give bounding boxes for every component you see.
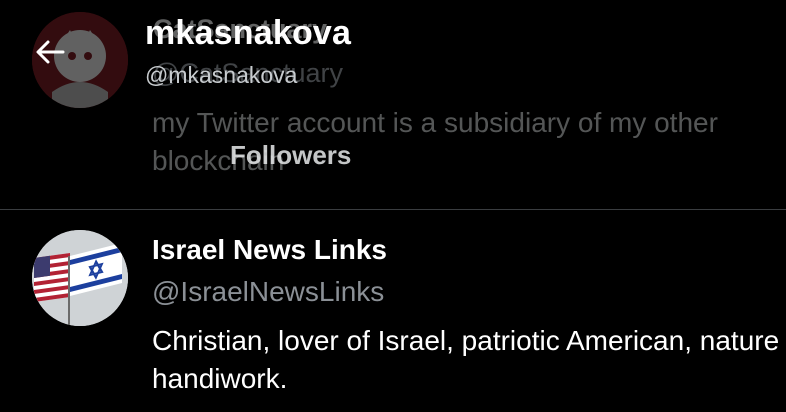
user-name: Israel News Links: [152, 234, 388, 265]
user-handle: @IsraelNewsLinks: [152, 276, 385, 307]
arrow-left-icon: [36, 40, 65, 64]
tab-followers[interactable]: Followers: [230, 140, 351, 171]
page-handle: @mkasnakova: [145, 62, 298, 88]
back-button[interactable]: [30, 32, 70, 72]
user-row[interactable]: Israel News Links @IsraelNewsLinks Chris…: [0, 210, 786, 412]
user-bio: Christian, lover of Israel, patriotic Am…: [152, 325, 780, 394]
flags-avatar-icon: [32, 230, 128, 326]
page-title: mkasnakova: [145, 14, 352, 52]
followers-screen: CatSanctuary @CatSanctuary my Twitter ac…: [0, 0, 786, 412]
avatar: [32, 230, 128, 326]
user-row-faded[interactable]: CatSanctuary @CatSanctuary my Twitter ac…: [0, 0, 786, 210]
